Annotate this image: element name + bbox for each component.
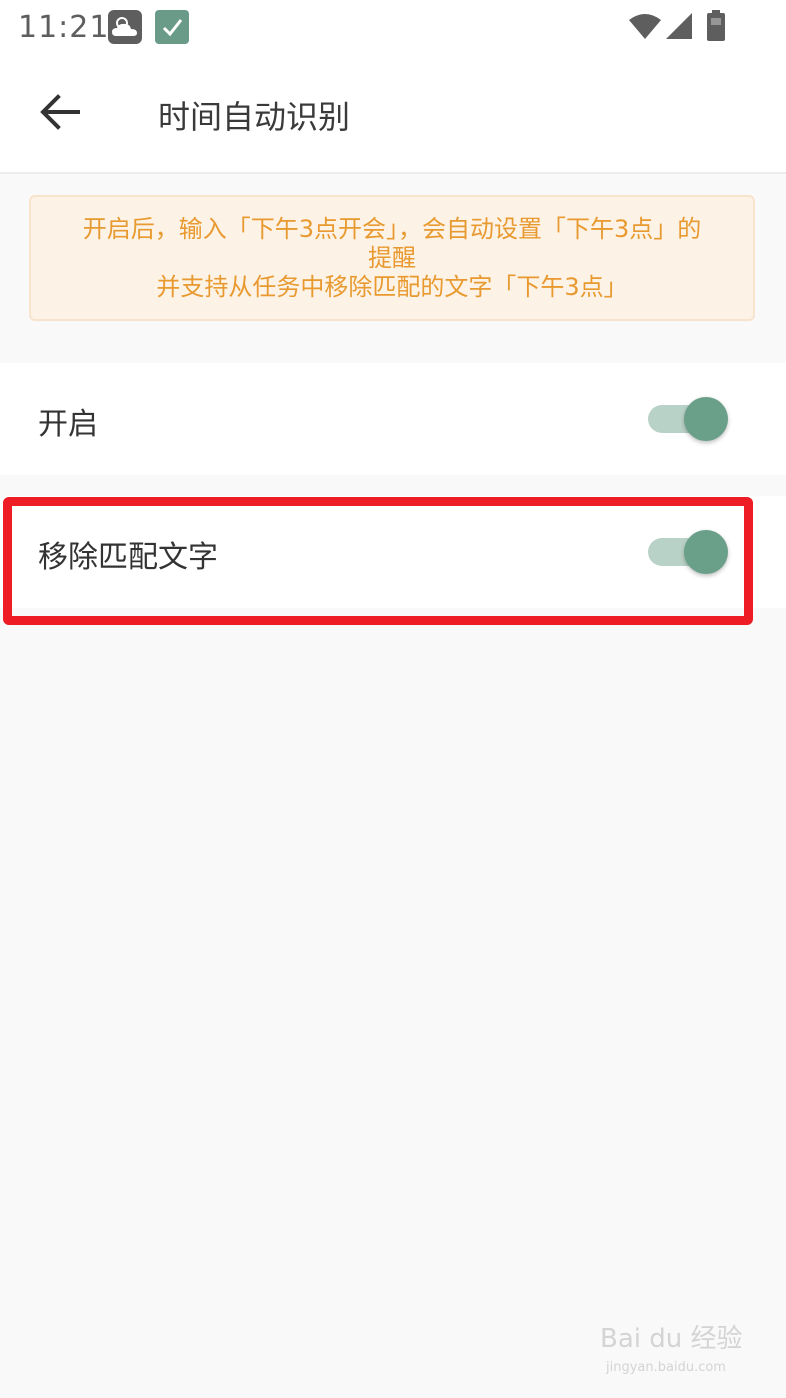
toggle-thumb	[684, 397, 728, 441]
notice-line-2: 并支持从任务中移除匹配的文字「下午3点」	[156, 272, 628, 301]
notice-line-1: 开启后，输入「下午3点开会」，会自动设置「下午3点」的提醒	[82, 214, 702, 272]
enable-toggle[interactable]	[646, 395, 728, 443]
signal-icon	[664, 12, 694, 44]
arrow-left-icon	[40, 94, 80, 134]
app-bar: 时间自动识别	[0, 56, 786, 174]
setting-row-remove-matched-text[interactable]: 移除匹配文字	[0, 496, 786, 608]
toggle-thumb	[684, 530, 728, 574]
watermark-url: jingyan.baidu.com	[606, 1360, 726, 1375]
watermark-logo: Bai du 经验	[600, 1324, 743, 1354]
weather-icon	[108, 10, 142, 44]
setting-label-enable: 开启	[38, 407, 98, 442]
back-button[interactable]	[30, 86, 90, 142]
wifi-icon	[628, 12, 662, 44]
battery-icon	[706, 10, 726, 46]
notice-text: 开启后，输入「下午3点开会」，会自动设置「下午3点」的提醒 并支持从任务中移除匹…	[72, 215, 712, 302]
remove-matched-text-toggle[interactable]	[646, 528, 728, 576]
status-time: 11:21	[18, 10, 110, 45]
setting-label-remove-matched-text: 移除匹配文字	[38, 540, 218, 575]
status-bar: 11:21	[0, 0, 786, 56]
app-check-icon	[155, 10, 189, 44]
setting-row-enable[interactable]: 开启	[0, 363, 786, 475]
page-title: 时间自动识别	[158, 98, 351, 136]
info-notice: 开启后，输入「下午3点开会」，会自动设置「下午3点」的提醒 并支持从任务中移除匹…	[29, 195, 755, 321]
